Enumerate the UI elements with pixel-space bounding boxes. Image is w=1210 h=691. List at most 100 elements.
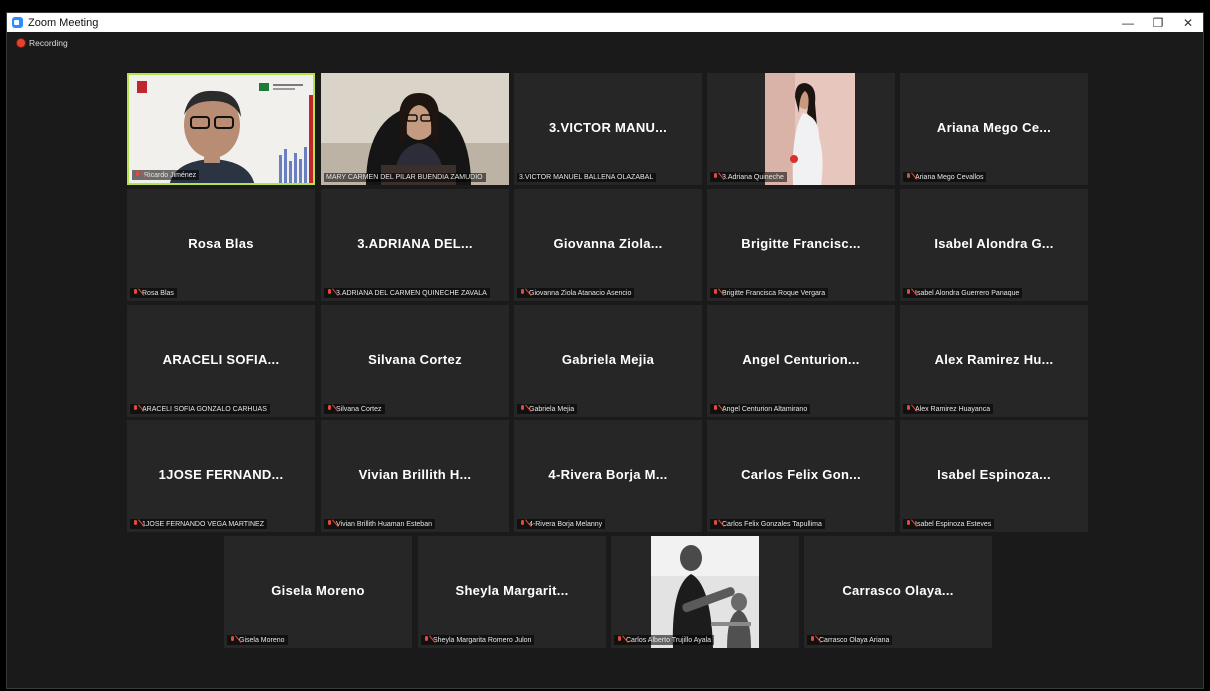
- participant-label: Ariana Mego Cevallos: [903, 172, 987, 182]
- participant-tile[interactable]: Isabel Alondra G... Isabel Alondra Guerr…: [900, 189, 1088, 301]
- participant-name: Gisela Moreno: [271, 583, 365, 598]
- participant-name: Ariana Mego Ce...: [936, 120, 1052, 135]
- window-controls: — ❐ ✕: [1113, 13, 1203, 32]
- participant-label: Carrasco Olaya Ariana: [807, 635, 893, 645]
- muted-mic-icon: [519, 520, 526, 528]
- window-title: Zoom Meeting: [28, 16, 99, 29]
- video-feed: [321, 73, 509, 185]
- muted-mic-icon: [326, 289, 333, 297]
- participant-label: 3.ADRIANA DEL CARMEN QUINECHE ZAVALA: [324, 288, 490, 298]
- participant-tile[interactable]: Gabriela Mejia Gabriela Mejia: [514, 305, 702, 417]
- participant-tile[interactable]: 3.ADRIANA DEL... 3.ADRIANA DEL CARMEN QU…: [321, 189, 509, 301]
- participant-tile[interactable]: Alex Ramirez Hu... Alex Ramirez Huayanca: [900, 305, 1088, 417]
- participant-label: Ricardo Jiménez: [132, 170, 200, 180]
- video-feed: [129, 75, 313, 183]
- participant-tile[interactable]: Gisela Moreno Gisela Moreno: [224, 536, 412, 648]
- participant-tile[interactable]: Sheyla Margarit... Sheyla Margarita Rome…: [418, 536, 606, 648]
- participant-label: Gisela Moreno: [227, 635, 288, 645]
- participant-name: Rosa Blas: [188, 236, 254, 251]
- participant-name: Brigitte Francisc...: [741, 236, 861, 251]
- muted-mic-icon: [616, 636, 623, 644]
- participant-tile[interactable]: Carlos Felix Gon... Carlos Felix Gonzale…: [707, 420, 895, 532]
- muted-mic-icon: [712, 405, 719, 413]
- participant-name: Gabriela Mejia: [561, 352, 655, 367]
- recording-indicator[interactable]: Recording: [17, 38, 68, 48]
- muted-mic-icon: [423, 636, 430, 644]
- participant-label: Carlos Felix Gonzales Tapullima: [710, 519, 825, 529]
- participant-tile[interactable]: Carlos Alberto Trujillo Ayala: [611, 536, 799, 648]
- muted-mic-icon: [519, 405, 526, 413]
- participant-tile[interactable]: Brigitte Francisc... Brigitte Francisca …: [707, 189, 895, 301]
- participant-tile[interactable]: Ariana Mego Ce... Ariana Mego Cevallos: [900, 73, 1088, 185]
- muted-mic-icon: [905, 289, 912, 297]
- participant-name: Isabel Alondra G...: [934, 236, 1054, 251]
- participant-tile[interactable]: Angel Centurion... Angel Centurion Altam…: [707, 305, 895, 417]
- muted-mic-icon: [712, 520, 719, 528]
- participant-label: Silvana Cortez: [324, 404, 385, 414]
- participant-name: Sheyla Margarit...: [455, 583, 569, 598]
- maximize-button[interactable]: ❐: [1143, 13, 1173, 32]
- participant-name: 3.VICTOR MANU...: [549, 120, 667, 135]
- participant-name: Silvana Cortez: [368, 352, 462, 367]
- participant-name: Giovanna Ziola...: [553, 236, 663, 251]
- participant-name: Angel Centurion...: [742, 352, 860, 367]
- video-feed: [707, 73, 895, 185]
- participant-tile[interactable]: 4-Rivera Borja M... 4-Rivera Borja Melan…: [514, 420, 702, 532]
- participant-label: Rosa Blas: [130, 288, 177, 298]
- participant-name: Carlos Felix Gon...: [741, 467, 861, 482]
- participant-name: 3.ADRIANA DEL...: [357, 236, 473, 251]
- participant-label: Vivian Brillith Huaman Esteban: [324, 519, 435, 529]
- participant-label: 1JOSE FERNANDO VEGA MARTINEZ: [130, 519, 268, 529]
- participant-label: Brigitte Francisca Roque Vergara: [710, 288, 829, 298]
- participant-name: Vivian Brillith H...: [358, 467, 472, 482]
- close-button[interactable]: ✕: [1173, 13, 1203, 32]
- muted-mic-icon: [905, 520, 912, 528]
- participant-label: Sheyla Margarita Romero Julon: [421, 635, 535, 645]
- participant-name: 4-Rivera Borja M...: [548, 467, 668, 482]
- participant-label: 4-Rivera Borja Melanny: [517, 519, 606, 529]
- participant-label: Isabel Espinoza Esteves: [903, 519, 995, 529]
- participant-tile[interactable]: ARACELI SOFIA... ARACELI SOFIA GONZALO C…: [127, 305, 315, 417]
- participant-tile[interactable]: Giovanna Ziola... Giovanna Ziola Atanaci…: [514, 189, 702, 301]
- participant-tile[interactable]: Carrasco Olaya... Carrasco Olaya Ariana: [804, 536, 992, 648]
- participant-name: ARACELI SOFIA...: [162, 352, 280, 367]
- muted-mic-icon: [326, 520, 333, 528]
- muted-mic-icon: [905, 405, 912, 413]
- participant-tile[interactable]: 3.Adriana Quineche: [707, 73, 895, 185]
- participant-name: Alex Ramirez Hu...: [934, 352, 1054, 367]
- participant-label: Carlos Alberto Trujillo Ayala: [614, 635, 715, 645]
- minimize-button[interactable]: —: [1113, 13, 1143, 32]
- participant-label: Giovanna Ziola Atanacio Asencio: [517, 288, 635, 298]
- participant-label: 3.VICTOR MANUEL BALLENA OLAZABAL: [517, 173, 657, 182]
- participant-tile[interactable]: Rosa Blas Rosa Blas: [127, 189, 315, 301]
- participant-tile[interactable]: MARY CARMEN DEL PILAR BUENDIA ZAMUDIO: [321, 73, 509, 185]
- participant-tile[interactable]: Silvana Cortez Silvana Cortez: [321, 305, 509, 417]
- participant-tile[interactable]: Isabel Espinoza... Isabel Espinoza Estev…: [900, 420, 1088, 532]
- participant-label: MARY CARMEN DEL PILAR BUENDIA ZAMUDIO: [324, 173, 486, 182]
- muted-mic-icon: [905, 173, 912, 181]
- title-bar: Zoom Meeting — ❐ ✕: [7, 13, 1203, 32]
- participant-tile[interactable]: 3.VICTOR MANU... 3.VICTOR MANUEL BALLENA…: [514, 73, 702, 185]
- muted-mic-icon: [132, 289, 139, 297]
- muted-mic-icon: [712, 289, 719, 297]
- participant-label: Gabriela Mejia: [517, 404, 578, 414]
- muted-mic-icon: [229, 636, 236, 644]
- muted-mic-icon: [132, 520, 139, 528]
- participant-label: 3.Adriana Quineche: [710, 172, 787, 182]
- participant-name: Carrasco Olaya...: [842, 583, 954, 598]
- recording-label: Recording: [29, 38, 68, 48]
- muted-mic-icon: [712, 173, 719, 181]
- participant-label: ARACELI SOFIA GONZALO CARHUAS: [130, 404, 270, 414]
- participant-tile[interactable]: Ricardo Jiménez: [127, 73, 315, 185]
- muted-mic-icon: [519, 289, 526, 297]
- participant-name: Isabel Espinoza...: [937, 467, 1051, 482]
- video-feed: [611, 536, 799, 648]
- participant-label: Isabel Alondra Guerrero Panaque: [903, 288, 1023, 298]
- participant-label: Alex Ramirez Huayanca: [903, 404, 994, 414]
- muted-mic-icon: [326, 405, 333, 413]
- record-icon: [17, 39, 25, 47]
- muted-mic-icon: [132, 405, 139, 413]
- participant-tile[interactable]: 1JOSE FERNAND... 1JOSE FERNANDO VEGA MAR…: [127, 420, 315, 532]
- participant-tile[interactable]: Vivian Brillith H... Vivian Brillith Hua…: [321, 420, 509, 532]
- muted-mic-icon: [134, 171, 141, 179]
